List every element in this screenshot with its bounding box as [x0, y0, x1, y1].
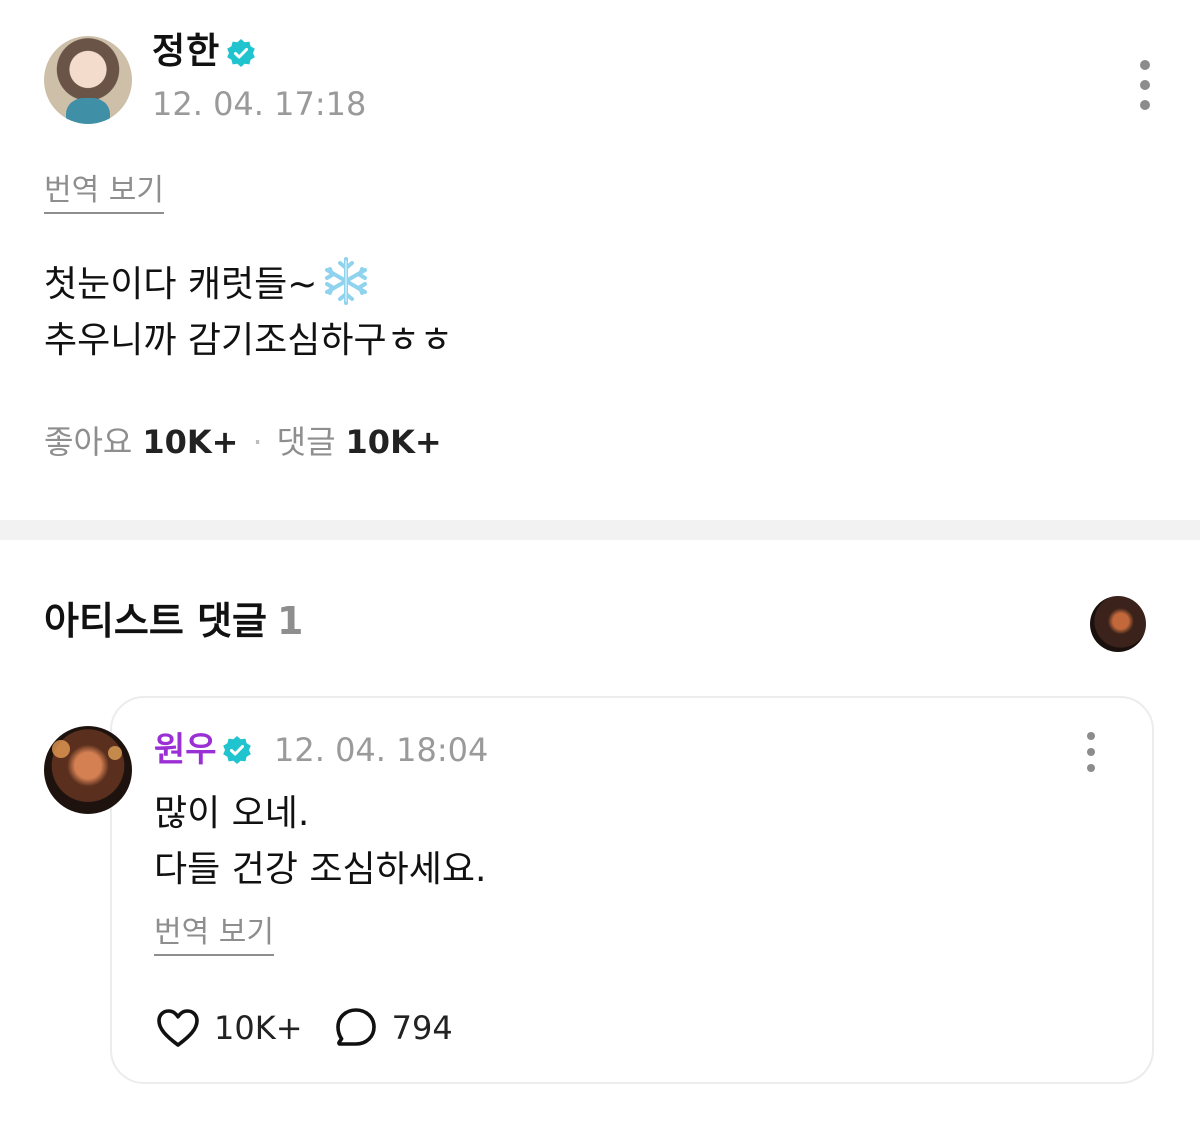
- artist-comments-title: 아티스트 댓글 1: [44, 599, 304, 643]
- post-body-line: 추우니까 감기조심하구ㅎㅎ: [44, 320, 453, 361]
- comment-timestamp: 12. 04. 18:04: [274, 731, 489, 769]
- heart-icon: [157, 1009, 199, 1047]
- post-timestamp: 12. 04. 17:18: [152, 85, 367, 123]
- like-button[interactable]: 10K+: [154, 1004, 303, 1052]
- more-options-icon[interactable]: [1081, 732, 1101, 782]
- reply-button[interactable]: 794: [332, 1004, 453, 1052]
- post: 정한 12. 04. 17:18 번역 보기 첫눈이다 캐럿들~ 추우니까 감기…: [0, 0, 1200, 520]
- verified-badge-icon: [223, 736, 251, 764]
- comment-body: 많이 오네. 다들 건강 조심하세요.: [154, 786, 486, 898]
- translate-button[interactable]: 번역 보기: [154, 914, 274, 956]
- verified-badge-icon: [227, 39, 255, 67]
- commenter-avatar[interactable]: [44, 726, 132, 814]
- likes-count: 10K+: [142, 423, 239, 461]
- author-name[interactable]: 정한: [152, 30, 220, 74]
- snowflake-icon: [325, 257, 368, 305]
- more-options-icon[interactable]: [1135, 60, 1155, 120]
- commenter-name[interactable]: 원우: [154, 728, 217, 772]
- comment-actions: 10K+ 794: [154, 1004, 477, 1056]
- comment-body-line: 다들 건강 조심하세요.: [154, 849, 487, 890]
- post-body-line: 첫눈이다 캐럿들~: [44, 256, 453, 313]
- comments-count[interactable]: 10K+: [346, 423, 442, 461]
- reply-count: 794: [391, 1009, 453, 1047]
- comment-bubble-icon: [335, 1008, 376, 1046]
- author-avatar[interactable]: [44, 36, 132, 124]
- comment-body-line: 많이 오네.: [154, 793, 310, 834]
- comments-label[interactable]: 댓글: [277, 423, 336, 461]
- separator-dot: ·: [252, 423, 263, 461]
- section-divider: [0, 520, 1200, 540]
- post-body: 첫눈이다 캐럿들~ 추우니까 감기조심하구ㅎㅎ: [44, 256, 453, 369]
- artist-avatar[interactable]: [1090, 596, 1146, 652]
- likes-label: 좋아요: [44, 423, 133, 461]
- like-count: 10K+: [214, 1009, 303, 1047]
- post-stats: 좋아요 10K+ · 댓글 10K+: [44, 420, 442, 464]
- artist-comments-count: 1: [277, 599, 304, 643]
- translate-button[interactable]: 번역 보기: [44, 172, 164, 214]
